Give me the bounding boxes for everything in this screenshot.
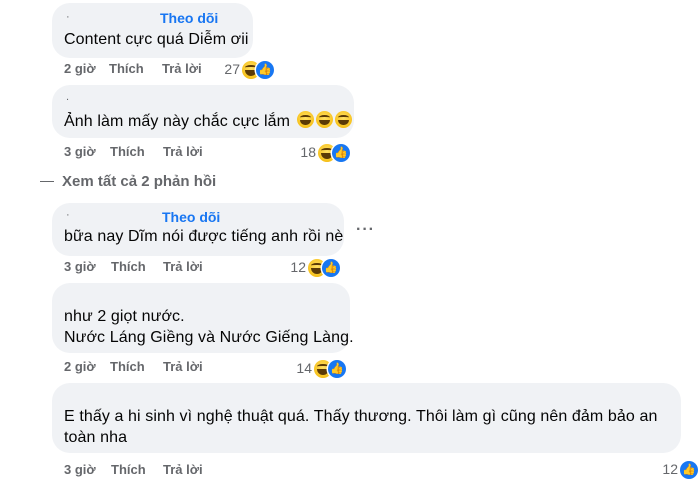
like-action[interactable]: Thích: [111, 462, 146, 477]
comment-text: Ảnh làm mấy này chắc cực lắm: [64, 111, 352, 131]
like-thumb-icon: 👍: [332, 144, 350, 162]
comment-text-content: Ảnh làm mấy này chắc cực lắm: [64, 113, 291, 130]
haha-emoji-icon: [296, 111, 314, 128]
follow-link[interactable]: Theo dõi: [162, 209, 220, 225]
reply-action[interactable]: Trả lời: [163, 462, 203, 477]
like-action[interactable]: Thích: [109, 61, 144, 76]
like-action[interactable]: Thích: [110, 359, 145, 374]
like-thumb-icon: 👍: [256, 61, 274, 79]
commenter-name[interactable]: ·: [66, 209, 70, 221]
comment-time[interactable]: 3 giờ: [64, 144, 96, 159]
follow-link[interactable]: Theo dõi: [160, 10, 218, 26]
reaction-count: 18: [300, 144, 316, 160]
comment-text: Content cực quá Diễm ơii: [64, 31, 249, 48]
comment-bubble: như 2 giọt nước. Nước Láng Giềng và Nước…: [52, 283, 354, 353]
view-replies-label[interactable]: Xem tất cả 2 phản hồi: [62, 173, 216, 190]
haha-emoji-icon: [334, 111, 352, 128]
haha-emoji-icon: [315, 111, 333, 128]
reply-action[interactable]: Trả lời: [163, 259, 203, 274]
comment-time[interactable]: 3 giờ: [64, 462, 96, 477]
view-all-replies[interactable]: Xem tất cả 2 phản hồi: [40, 173, 216, 190]
comment-text-line: Nước Láng Giềng và Nước Giếng Làng.: [64, 329, 354, 346]
reaction-summary[interactable]: 12 👍: [266, 257, 342, 279]
commenter-name[interactable]: .: [66, 91, 69, 103]
like-action[interactable]: Thích: [110, 144, 145, 159]
commenter-name[interactable]: ·: [66, 11, 70, 23]
comment-text-line: toàn nha: [64, 429, 128, 446]
like-thumb-icon: 👍: [322, 259, 340, 277]
comment-time[interactable]: 2 giờ: [64, 61, 96, 76]
reaction-summary[interactable]: 18 👍: [276, 142, 352, 164]
reply-action[interactable]: Trả lời: [163, 144, 203, 159]
reaction-count: 12: [662, 461, 678, 477]
reaction-summary[interactable]: 14 👍: [272, 358, 348, 380]
comment-bubble: E thấy a hi sinh vì nghệ thuật quá. Thấy…: [52, 383, 681, 453]
like-action[interactable]: Thích: [111, 259, 146, 274]
like-thumb-icon: 👍: [680, 461, 698, 479]
more-options-icon[interactable]: ···: [356, 221, 375, 239]
reaction-count: 12: [290, 259, 306, 275]
comment-bubble: . Ảnh làm mấy này chắc cực lắm: [52, 85, 354, 138]
comment-text-line: E thấy a hi sinh vì nghệ thuật quá. Thấy…: [64, 408, 658, 425]
like-thumb-icon: 👍: [328, 360, 346, 378]
reply-action[interactable]: Trả lời: [162, 61, 202, 76]
comment-time[interactable]: 3 giờ: [64, 259, 96, 274]
reply-action[interactable]: Trả lời: [163, 359, 203, 374]
reaction-summary[interactable]: 27 👍: [200, 59, 276, 81]
reaction-count: 27: [224, 61, 240, 77]
comment-text-line: như 2 giọt nước.: [64, 308, 185, 325]
comment-bubble: · Theo dõi Content cực quá Diễm ơii: [52, 3, 253, 58]
comment-time[interactable]: 2 giờ: [64, 359, 96, 374]
reaction-count: 14: [296, 360, 312, 376]
comment-text: bữa nay Dĩm nói được tiếng anh rồi nè: [64, 228, 344, 245]
comment-bubble: · Theo dõi bữa nay Dĩm nói được tiếng an…: [52, 203, 344, 256]
reply-line-divider: [40, 181, 54, 182]
reaction-summary[interactable]: 12 👍: [622, 459, 700, 481]
